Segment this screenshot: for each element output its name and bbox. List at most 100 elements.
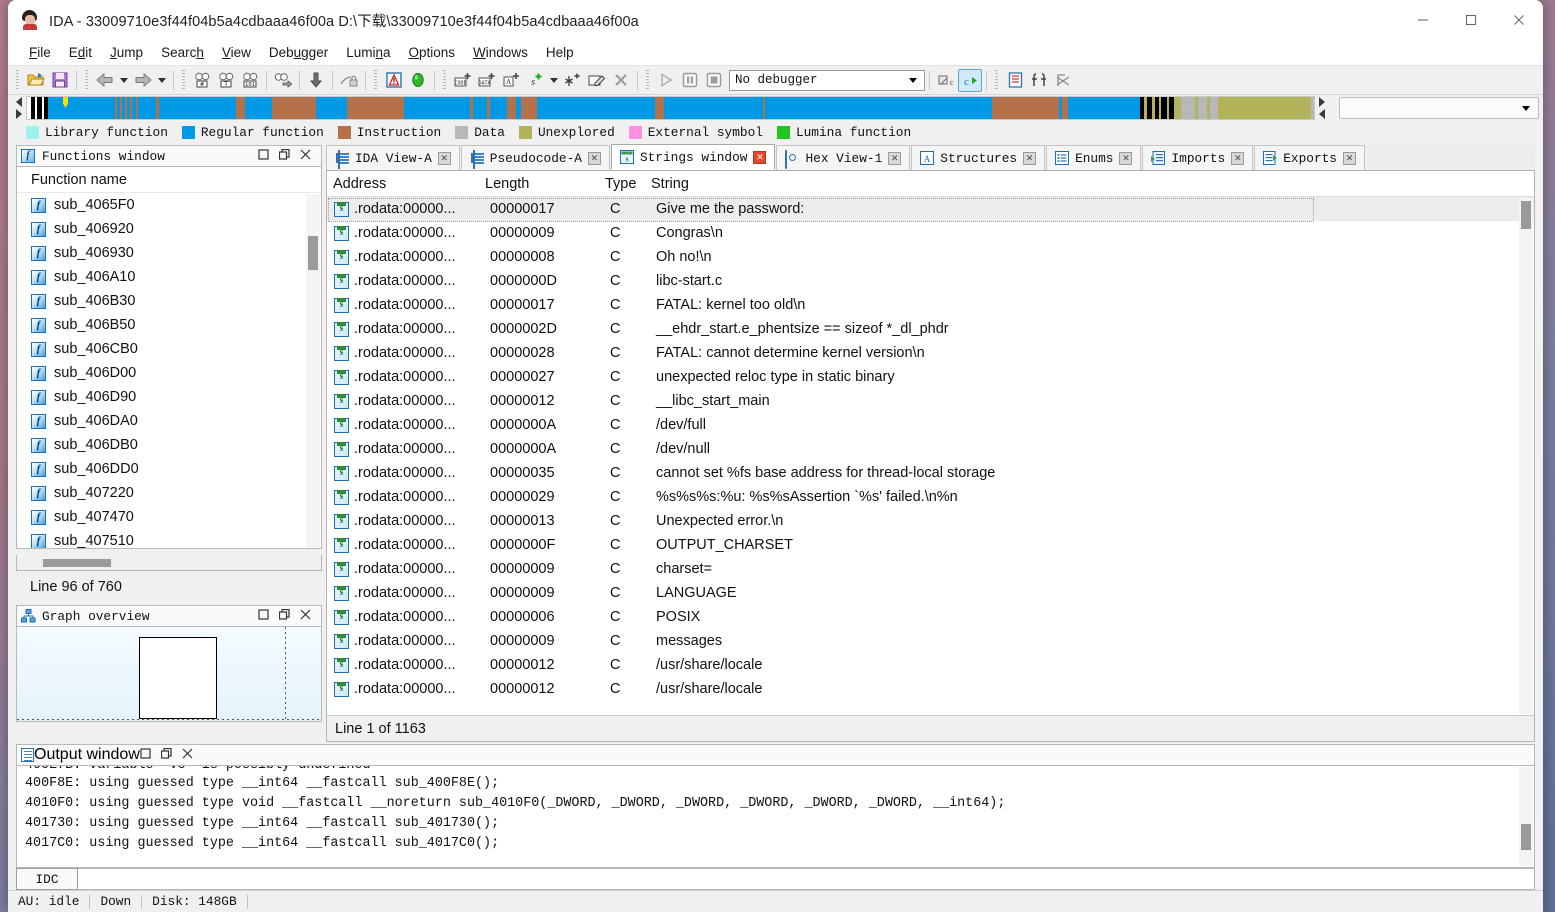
function-list-item[interactable]: f sub_406930 bbox=[17, 241, 321, 265]
functions-float-button[interactable] bbox=[278, 147, 290, 165]
toolbar-grip[interactable] bbox=[15, 69, 21, 91]
tab-hex-view-1[interactable]: Hex View-1 ✕ bbox=[776, 145, 911, 170]
set-breakpoint-icon[interactable]: c bbox=[934, 69, 958, 92]
output-vertical-scrollbar[interactable] bbox=[1519, 767, 1533, 866]
make-struct-icon[interactable]: s bbox=[523, 69, 547, 92]
close-button[interactable] bbox=[1495, 0, 1543, 40]
function-list-item[interactable]: f sub_406DD0 bbox=[17, 457, 321, 481]
list-icon[interactable] bbox=[1003, 69, 1027, 92]
navigate-back-icon[interactable] bbox=[93, 69, 117, 92]
menu-options[interactable]: Options bbox=[400, 43, 465, 62]
function-list-item[interactable]: f sub_406DA0 bbox=[17, 409, 321, 433]
functions-vertical-scrollbar[interactable] bbox=[306, 194, 320, 547]
function-list-item[interactable]: f sub_407220 bbox=[17, 481, 321, 505]
functions-list[interactable]: f sub_4065F0 f sub_406920 f sub_406930 f sub_40… bbox=[17, 193, 321, 548]
strings-table-row[interactable]: s .rodata:00000... 00000009 Ccharset= bbox=[327, 557, 1534, 581]
functions-horizontal-scrollbar[interactable] bbox=[16, 555, 322, 571]
forward-dropdown-icon[interactable] bbox=[155, 69, 169, 92]
delete-icon[interactable] bbox=[609, 69, 633, 92]
strings-table-row[interactable]: s .rodata:00000... 00000017 C Give me the pa… bbox=[327, 197, 1534, 221]
stop-icon[interactable] bbox=[702, 69, 726, 92]
search-text-icon[interactable]: T bbox=[214, 69, 238, 92]
function-list-item[interactable]: f sub_406B50 bbox=[17, 313, 321, 337]
graph-viewport-rect[interactable] bbox=[139, 637, 217, 719]
idc-language-button[interactable]: IDC bbox=[16, 868, 78, 890]
save-icon[interactable] bbox=[48, 69, 72, 92]
menu-windows[interactable]: Windows bbox=[464, 43, 537, 62]
strings-col-string[interactable]: String bbox=[645, 176, 1534, 192]
menu-jump[interactable]: Jump bbox=[101, 43, 152, 62]
strings-table-row[interactable]: s .rodata:00000... 0000002D C __ehdr_start.e… bbox=[327, 317, 1534, 341]
strings-table-row[interactable]: s .rodata:00000... 00000012 C/usr/share/loc… bbox=[327, 653, 1534, 677]
menu-help[interactable]: Help bbox=[537, 43, 583, 62]
strings-vertical-scrollbar[interactable] bbox=[1519, 198, 1533, 714]
function-list-item[interactable]: f sub_406B30 bbox=[17, 289, 321, 313]
navband-scroll-buttons[interactable] bbox=[12, 96, 26, 120]
functions-hscroll-thumb[interactable] bbox=[43, 559, 111, 567]
minimize-button[interactable] bbox=[1399, 0, 1447, 40]
open-file-icon[interactable] bbox=[24, 69, 48, 92]
make-data-icon[interactable]: DATA bbox=[475, 69, 499, 92]
functions-column-header[interactable]: Function name bbox=[17, 167, 321, 193]
function-list-item[interactable]: f sub_406DB0 bbox=[17, 433, 321, 457]
toolbar-grip-5[interactable] bbox=[442, 69, 448, 91]
strings-table-row[interactable]: s .rodata:00000... 00000009 Cmessages bbox=[327, 629, 1534, 653]
strings-table-row[interactable]: s .rodata:00000... 00000009 C LANGUAGE bbox=[327, 581, 1534, 605]
continue-icon[interactable]: c bbox=[958, 68, 982, 92]
function-list-item[interactable]: f sub_406A10 bbox=[17, 265, 321, 289]
make-ascii-icon[interactable]: A bbox=[499, 69, 523, 92]
back-dropdown-icon[interactable] bbox=[117, 69, 131, 92]
function-list-item[interactable]: f sub_407470 bbox=[17, 505, 321, 529]
output-float-button[interactable] bbox=[160, 746, 172, 764]
strings-table-body[interactable]: s .rodata:00000... 00000017 C Give me the pa… bbox=[327, 197, 1534, 701]
make-code-icon[interactable]: CODE bbox=[451, 69, 475, 92]
tab-close-icon[interactable]: ✕ bbox=[888, 151, 902, 165]
function-list-item[interactable]: f sub_406D00 bbox=[17, 361, 321, 385]
tab-close-icon[interactable]: ✕ bbox=[587, 151, 601, 165]
search-number-icon[interactable]: 101 bbox=[238, 69, 262, 92]
output-window-body[interactable]: 400E7B: variable 'v5' is possibly undefi… bbox=[16, 766, 1535, 868]
function-list-item[interactable]: f sub_407510 bbox=[17, 529, 321, 548]
menu-search[interactable]: Search bbox=[152, 43, 213, 62]
function-list-item[interactable]: f sub_406920 bbox=[17, 217, 321, 241]
tab-enums[interactable]: Enums ✕ bbox=[1046, 145, 1142, 170]
search-hex-icon[interactable]: # bbox=[190, 69, 214, 92]
strings-table-row[interactable]: s .rodata:00000... 00000029 C %s%s%s:%u: %s%… bbox=[327, 485, 1534, 509]
tab-exports[interactable]: Exports ✕ bbox=[1254, 145, 1365, 170]
functions-close-button[interactable] bbox=[300, 147, 311, 165]
toolbar-grip-7[interactable] bbox=[994, 69, 1000, 91]
strings-col-length[interactable]: Length bbox=[479, 176, 599, 192]
strings-table-row[interactable]: s .rodata:00000... 0000000A C/dev/null bbox=[327, 437, 1534, 461]
strings-table-row[interactable]: s .rodata:00000... 00000006 C POSIX bbox=[327, 605, 1534, 629]
tab-close-icon[interactable]: ✕ bbox=[437, 151, 451, 165]
strings-scroll-thumb[interactable] bbox=[1521, 201, 1531, 229]
tab-structures[interactable]: A Structures ✕ bbox=[911, 145, 1046, 170]
menu-view[interactable]: View bbox=[213, 43, 260, 62]
navband-zoom-combo[interactable] bbox=[1339, 97, 1539, 119]
tab-imports[interactable]: Imports ✕ bbox=[1142, 145, 1254, 170]
strings-table-row[interactable]: s .rodata:00000... 00000035 Ccannot set %fs… bbox=[327, 461, 1534, 485]
tab-close-icon[interactable]: ✕ bbox=[1119, 151, 1133, 165]
strings-col-address[interactable]: Address bbox=[327, 176, 479, 192]
strings-table-row[interactable]: s .rodata:00000... 00000013 C Unexpected err… bbox=[327, 509, 1534, 533]
struct-dropdown-icon[interactable] bbox=[547, 69, 561, 92]
strings-table-row[interactable]: s .rodata:00000... 00000008 C Oh no!\n bbox=[327, 245, 1534, 269]
tab-close-icon[interactable]: ✕ bbox=[1231, 151, 1245, 165]
strings-table-row[interactable]: s .rodata:00000... 00000012 C __libc_start_m… bbox=[327, 389, 1534, 413]
graph-overview-canvas[interactable] bbox=[16, 627, 322, 722]
menu-lumina[interactable]: Lumina bbox=[337, 43, 399, 62]
toolbar-grip-2[interactable] bbox=[84, 69, 90, 91]
strings-table-row[interactable]: s .rodata:00000... 0000000D Clibc-start.c bbox=[327, 269, 1534, 293]
maximize-button[interactable] bbox=[1447, 0, 1495, 40]
pause-icon[interactable] bbox=[678, 69, 702, 92]
strings-table-row[interactable]: s .rodata:00000... 00000028 C FATAL: cannot … bbox=[327, 341, 1534, 365]
func-icon[interactable] bbox=[1027, 69, 1051, 92]
function-list-item[interactable]: f sub_4065F0 bbox=[17, 193, 321, 217]
idc-command-input[interactable] bbox=[78, 868, 1535, 890]
strings-table-row[interactable]: s .rodata:00000... 00000009 C Congras\n bbox=[327, 221, 1534, 245]
debugger-select[interactable]: No debugger bbox=[729, 69, 925, 91]
menu-debugger[interactable]: Debugger bbox=[260, 43, 337, 62]
strings-table-row[interactable]: s .rodata:00000... 00000017 C FATAL: kernel … bbox=[327, 293, 1534, 317]
strip-icon[interactable] bbox=[1051, 69, 1075, 92]
edit-function-icon[interactable] bbox=[585, 69, 609, 92]
